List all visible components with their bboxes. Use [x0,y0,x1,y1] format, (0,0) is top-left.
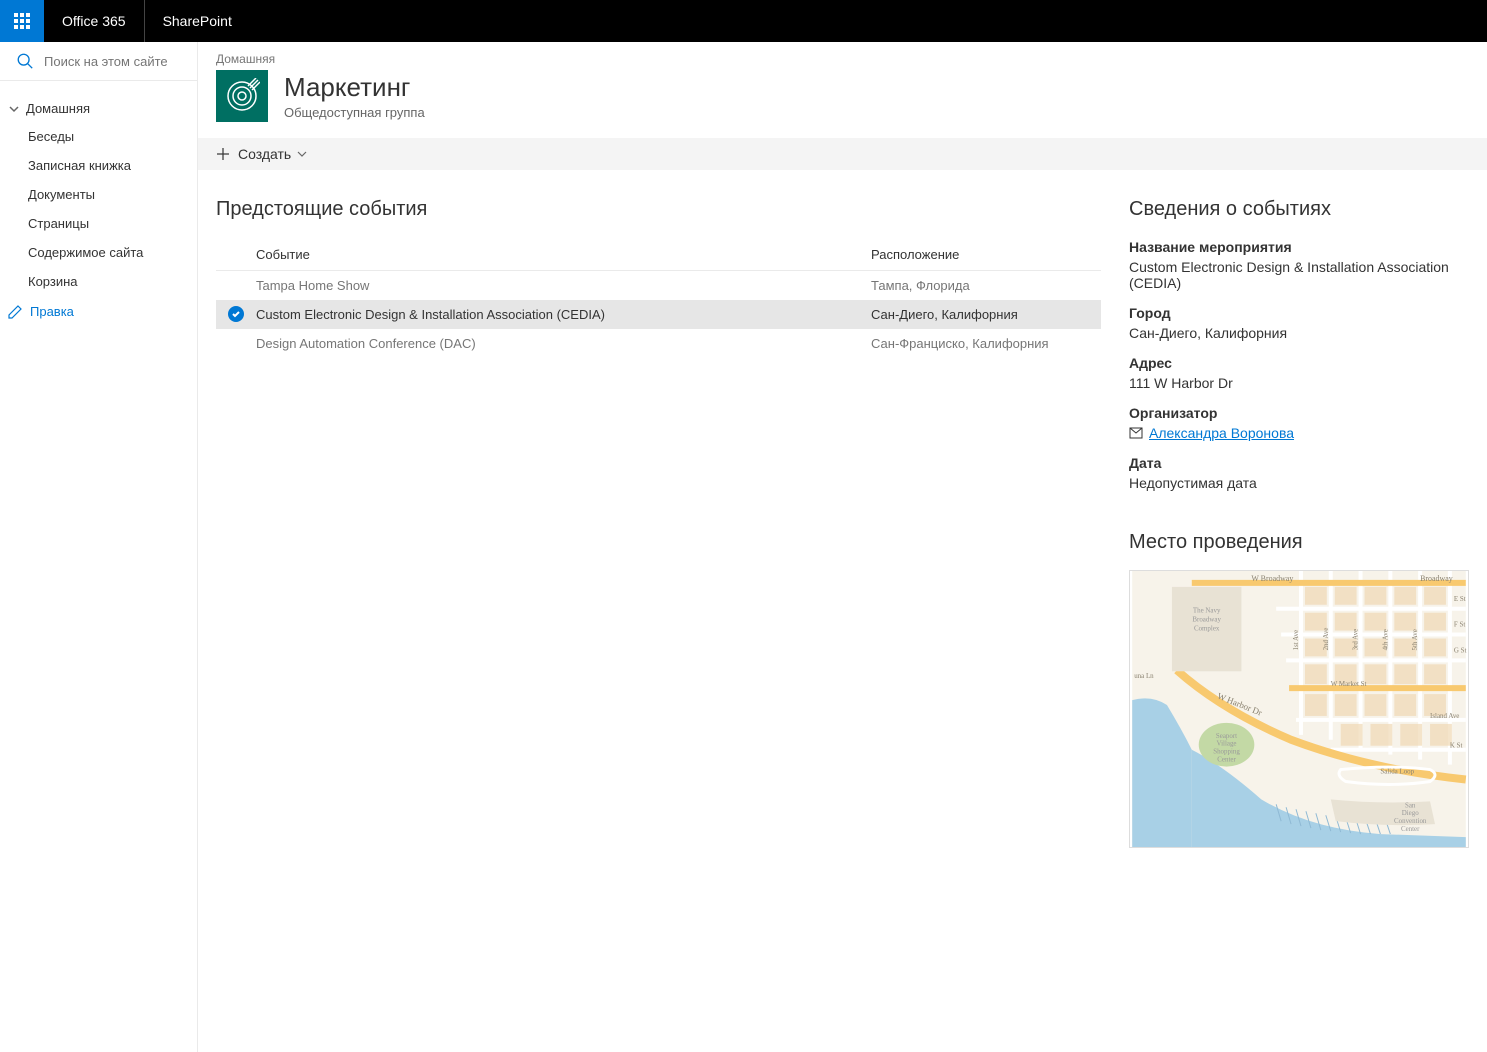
search-icon [16,52,34,70]
details-title: Сведения о событиях [1129,198,1469,221]
events-title: Предстоящие события [216,198,1101,221]
field-label-organizer: Организатор [1129,405,1469,421]
app-launcher-button[interactable] [0,0,44,42]
cell-event: Custom Electronic Design & Installation … [256,307,871,322]
cell-event: Design Automation Conference (DAC) [256,336,871,351]
svg-text:G St: G St [1454,646,1467,654]
create-label: Создать [238,146,291,162]
venue-title: Место проведения [1129,531,1469,554]
svg-text:2nd Ave: 2nd Ave [1322,628,1330,651]
col-header-event[interactable]: Событие [256,247,871,262]
field-label-city: Город [1129,305,1469,321]
nav-edit-label: Правка [30,304,74,319]
app-name-label[interactable]: SharePoint [145,13,250,29]
svg-text:Salida Loop: Salida Loop [1380,768,1414,776]
page-header: Маркетинг Общедоступная группа [198,70,1487,138]
nav-item-notebook[interactable]: Записная книжка [0,151,197,180]
page-title: Маркетинг [284,72,425,103]
svg-text:F St: F St [1454,621,1465,629]
field-value-address: 111 W Harbor Dr [1129,375,1469,391]
nav-root-home[interactable]: Домашняя [0,95,197,122]
sidebar: Домашняя Беседы Записная книжка Документ… [0,42,198,1052]
waffle-icon [14,13,30,29]
page-subtitle: Общедоступная группа [284,105,425,120]
map-image: W Broadway Broadway E St F St G St W Har… [1130,571,1468,847]
field-label-address: Адрес [1129,355,1469,371]
col-header-location[interactable]: Расположение [871,247,1101,262]
nav-item-recycle-bin[interactable]: Корзина [0,267,197,296]
venue-map[interactable]: W Broadway Broadway E St F St G St W Har… [1129,570,1469,848]
site-logo[interactable] [216,70,268,122]
topbar: Office 365 SharePoint [0,0,1487,42]
brand-label[interactable]: Office 365 [44,0,145,42]
chevron-down-icon [8,103,20,115]
pencil-icon [8,305,22,319]
search-input[interactable] [44,54,185,69]
svg-text:4th Ave: 4th Ave [1381,629,1389,650]
events-table: Событие Расположение Tampa Home Show Там… [216,239,1101,358]
field-value-city: Сан-Диего, Калифорния [1129,325,1469,341]
toolbar: Создать [198,138,1487,170]
nav-edit-button[interactable]: Правка [0,296,197,327]
table-row[interactable]: Tampa Home Show Тампа, Флорида [216,271,1101,300]
svg-text:The NavyBroadwayComplex: The NavyBroadwayComplex [1192,607,1221,633]
chevron-down-icon [297,149,307,159]
target-icon [224,78,260,114]
cell-location: Тампа, Флорида [871,278,1101,293]
nav-item-documents[interactable]: Документы [0,180,197,209]
svg-text:5th Ave: 5th Ave [1411,629,1419,650]
svg-text:3rd Ave: 3rd Ave [1352,629,1360,651]
cell-location: Сан-Франциско, Калифорния [871,336,1101,351]
field-label-name: Название мероприятия [1129,239,1469,255]
table-row[interactable]: Custom Electronic Design & Installation … [216,300,1101,329]
plus-icon [216,147,230,161]
svg-text:W Broadway: W Broadway [1251,574,1293,583]
checkmark-icon [228,306,244,322]
mail-icon [1129,427,1143,439]
cell-location: Сан-Диего, Калифорния [871,307,1101,322]
field-label-date: Дата [1129,455,1469,471]
breadcrumb[interactable]: Домашняя [198,42,1487,70]
cell-event: Tampa Home Show [256,278,871,293]
svg-text:una Ln: una Ln [1134,672,1154,680]
details-panel: Сведения о событиях Название мероприятия… [1129,198,1469,848]
svg-text:E St: E St [1454,595,1466,603]
main: Домашняя Маркетинг Общедоступная группа … [198,42,1487,1052]
svg-text:K St: K St [1450,742,1463,750]
organizer-link[interactable]: Александра Воронова [1149,425,1294,441]
field-value-date: Недопустимая дата [1129,475,1469,491]
svg-text:1st Ave: 1st Ave [1292,630,1300,651]
field-value-name: Custom Electronic Design & Installation … [1129,259,1469,291]
nav-item-conversations[interactable]: Беседы [0,122,197,151]
events-list-panel: Предстоящие события Событие Расположение… [216,198,1101,848]
svg-text:Island Ave: Island Ave [1430,712,1459,720]
create-button[interactable]: Создать [216,146,315,162]
svg-text:W Market St: W Market St [1331,680,1367,688]
search-box[interactable] [0,42,197,81]
table-row[interactable]: Design Automation Conference (DAC) Сан-Ф… [216,329,1101,358]
nav-root-label: Домашняя [26,101,90,116]
table-header: Событие Расположение [216,239,1101,271]
nav-item-site-contents[interactable]: Содержимое сайта [0,238,197,267]
nav-item-pages[interactable]: Страницы [0,209,197,238]
nav: Домашняя Беседы Записная книжка Документ… [0,81,197,327]
svg-text:Broadway: Broadway [1420,574,1453,583]
